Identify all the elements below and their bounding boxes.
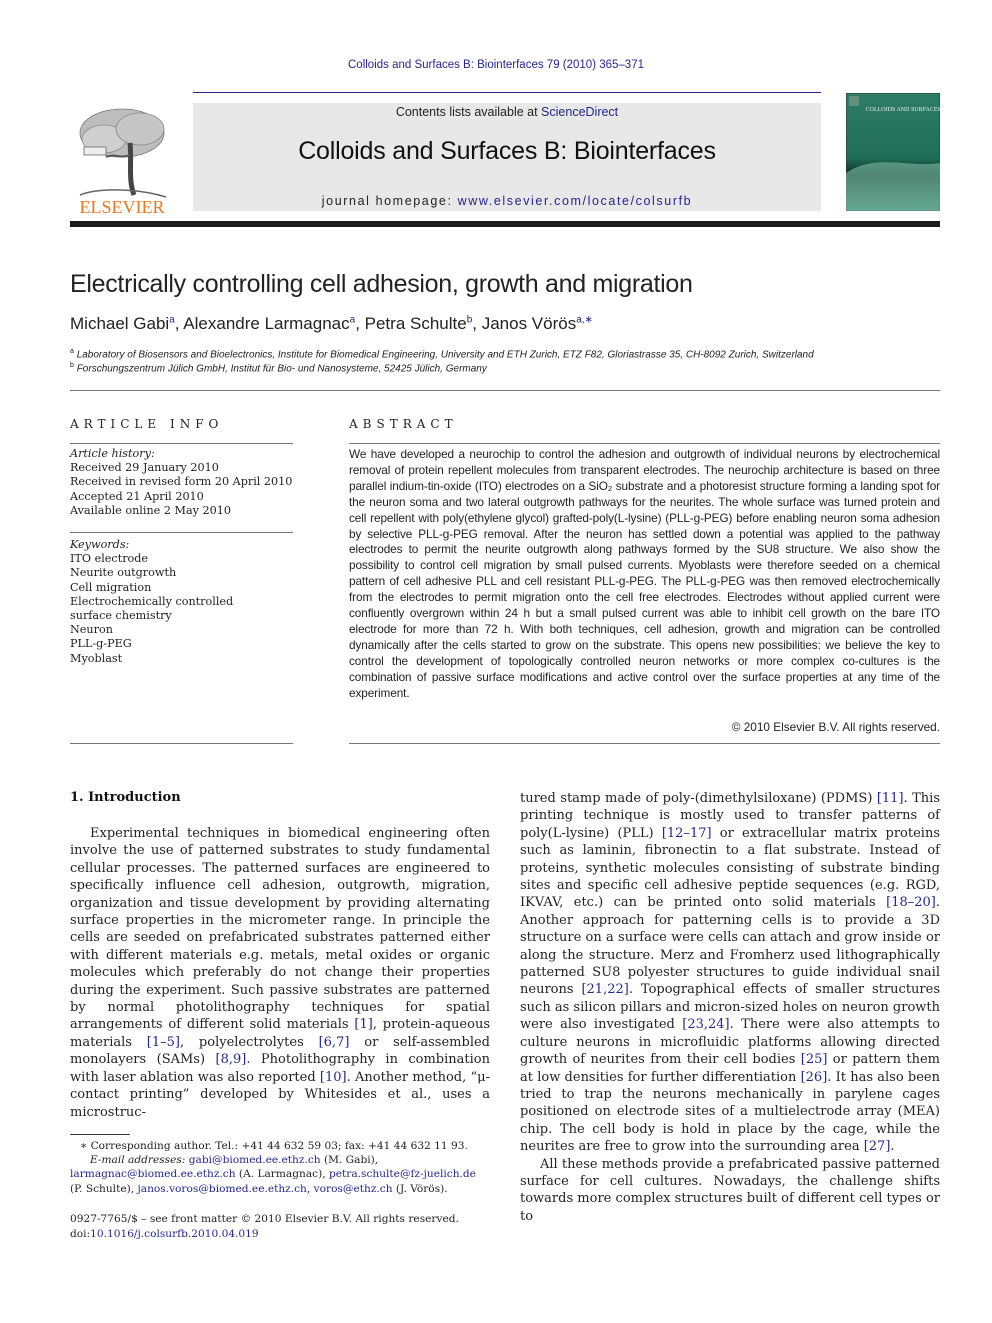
history-item: Accepted 21 April 2010 [70,489,204,503]
intro-paragraph-1: Experimental techniques in biomedical en… [70,826,490,1120]
keyword[interactable]: PLL-g-PEG [70,637,270,651]
keyword[interactable]: ITO electrode [70,552,270,566]
citation-link[interactable]: [11] [877,791,904,806]
citation-link[interactable]: [10] [320,1070,347,1085]
doi-line: doi:10.1016/j.colsurfb.2010.04.019 [70,1227,459,1242]
email-addresses: E-mail addresses: gabi@biomed.ee.ethz.ch… [70,1154,476,1195]
citation-link[interactable]: [12–17] [662,826,712,841]
author-affiliation-mark[interactable]: a [350,314,356,325]
abstract-copyright: © 2010 Elsevier B.V. All rights reserved… [731,720,940,734]
history-label: Article history: [70,447,155,460]
abstract-heading: ABSTRACT [349,417,458,431]
affiliation-a: a Laboratory of Biosensors and Bioelectr… [70,348,814,360]
author[interactable]: Alexandre Larmagnac [183,314,349,333]
citation-link[interactable]: [25] [801,1052,828,1067]
journal-title: Colloids and Surfaces B: Biointerfaces [298,137,716,165]
sciencedirect-link[interactable]: ScienceDirect [541,105,618,119]
email-link[interactable]: janos.voros@biomed.ee.ethz.ch [137,1183,306,1195]
journal-cover-image: COLLOIDS AND SURFACES B [845,92,946,212]
keywords-label: Keywords: [70,538,130,551]
citation-link[interactable]: [27] [864,1139,891,1154]
divider [70,390,940,391]
elsevier-logo[interactable]: ELSEVIER [70,103,174,217]
affiliation-mark: b [70,362,74,369]
contents-prefix: Contents lists available at [395,105,542,119]
front-matter: 0927-7765/$ – see front matter © 2010 El… [70,1212,459,1242]
email-link[interactable]: petra.schulte@fz-juelich.de [329,1168,476,1180]
citation-link[interactable]: [21,22] [581,982,628,997]
keyword[interactable]: Neuron [70,623,270,637]
email-label: E-mail addresses: [90,1154,189,1167]
history-item: Received 29 January 2010 [70,461,219,475]
homepage-prefix: journal homepage: [321,194,458,208]
article-info-heading: ARTICLE INFO [70,417,224,431]
article-title: Electrically controlling cell adhesion, … [70,270,693,298]
divider [349,743,940,744]
citation-link[interactable]: [1–5] [147,1035,180,1050]
email-link[interactable]: voros@ethz.ch [314,1183,393,1195]
issn-line: 0927-7765/$ – see front matter © 2010 El… [70,1213,459,1225]
section-heading-introduction: 1. Introduction [70,790,181,805]
affiliation-b: b Forschungszentrum Jülich GmbH, Institu… [70,362,487,374]
footnote-rule [70,1134,130,1135]
email-link[interactable]: larmagnac@biomed.ee.ethz.ch [70,1168,236,1180]
elsevier-wordmark: ELSEVIER [80,197,165,215]
divider [70,532,293,533]
citation-link[interactable]: [26] [801,1070,828,1085]
author-affiliation-mark[interactable]: a,∗ [576,314,593,325]
divider [70,743,293,744]
elsevier-tree-icon: ELSEVIER [80,108,167,217]
article-history: Article history: Received 29 January 201… [70,447,295,518]
intro-paragraph-1-continued: tured stamp made of poly-(dimethylsiloxa… [520,791,940,1155]
citation-link[interactable]: [18–20] [886,895,936,910]
corresponding-author-note: ∗ Corresponding author. Tel.: +41 44 632… [80,1140,468,1152]
divider [349,443,940,444]
author-affiliation-mark[interactable]: b [467,314,473,325]
homepage-link[interactable]: www.elsevier.com/locate/colsurfb [458,194,693,208]
journal-banner: Contents lists available at ScienceDirec… [193,103,821,211]
abstract-text: We have developed a neurochip to control… [349,447,940,700]
header-rule [193,92,821,93]
history-item: Available online 2 May 2010 [70,503,231,517]
author[interactable]: Janos Vörös [482,314,577,333]
running-head: Colloids and Surfaces B: Biointerfaces 7… [348,59,644,71]
intro-paragraph-2: All these methods provide a prefabricate… [520,1156,940,1224]
keywords: Keywords: ITO electrode Neurite outgrowt… [70,538,270,666]
footnotes: ∗ Corresponding author. Tel.: +41 44 632… [70,1139,490,1196]
journal-homepage: journal homepage: www.elsevier.com/locat… [193,194,821,208]
affiliation-text: Forschungszentrum Jülich GmbH, Institut … [76,363,487,375]
divider [70,443,293,444]
citation-link[interactable]: [6,7] [319,1035,350,1050]
author-affiliation-mark[interactable]: a [169,314,175,325]
body-column-right: tured stamp made of poly-(dimethylsiloxa… [520,790,940,1225]
citation-link[interactable]: [1] [354,1017,372,1032]
author[interactable]: Petra Schulte [365,314,467,333]
journal-cover-thumbnail[interactable]: COLLOIDS AND SURFACES B [845,92,946,212]
header-thick-rule [70,221,940,227]
citation-link[interactable]: [8,9] [216,1052,247,1067]
doi-link[interactable]: 10.1016/j.colsurfb.2010.04.019 [90,1228,259,1240]
doi-prefix: doi: [70,1228,91,1240]
author-list: Michael Gabia, Alexandre Larmagnaca, Pet… [70,314,593,333]
author[interactable]: Michael Gabi [70,314,169,333]
history-item: Received in revised form 20 April 2010 [70,475,293,489]
email-link[interactable]: gabi@biomed.ee.ethz.ch [189,1154,321,1166]
contents-line: Contents lists available at ScienceDirec… [193,105,821,119]
affiliation-text: Laboratory of Biosensors and Bioelectron… [76,349,814,361]
keyword[interactable]: Electrochemically controlled surface che… [70,595,270,623]
affiliation-mark: a [70,348,74,355]
keyword[interactable]: Neurite outgrowth [70,566,270,580]
keyword[interactable]: Cell migration [70,581,270,595]
citation-link[interactable]: [23,24] [682,1017,729,1032]
keyword[interactable]: Myoblast [70,652,270,666]
body-column-left: Experimental techniques in biomedical en… [70,825,490,1121]
cover-title: COLLOIDS AND SURFACES B [866,107,940,113]
